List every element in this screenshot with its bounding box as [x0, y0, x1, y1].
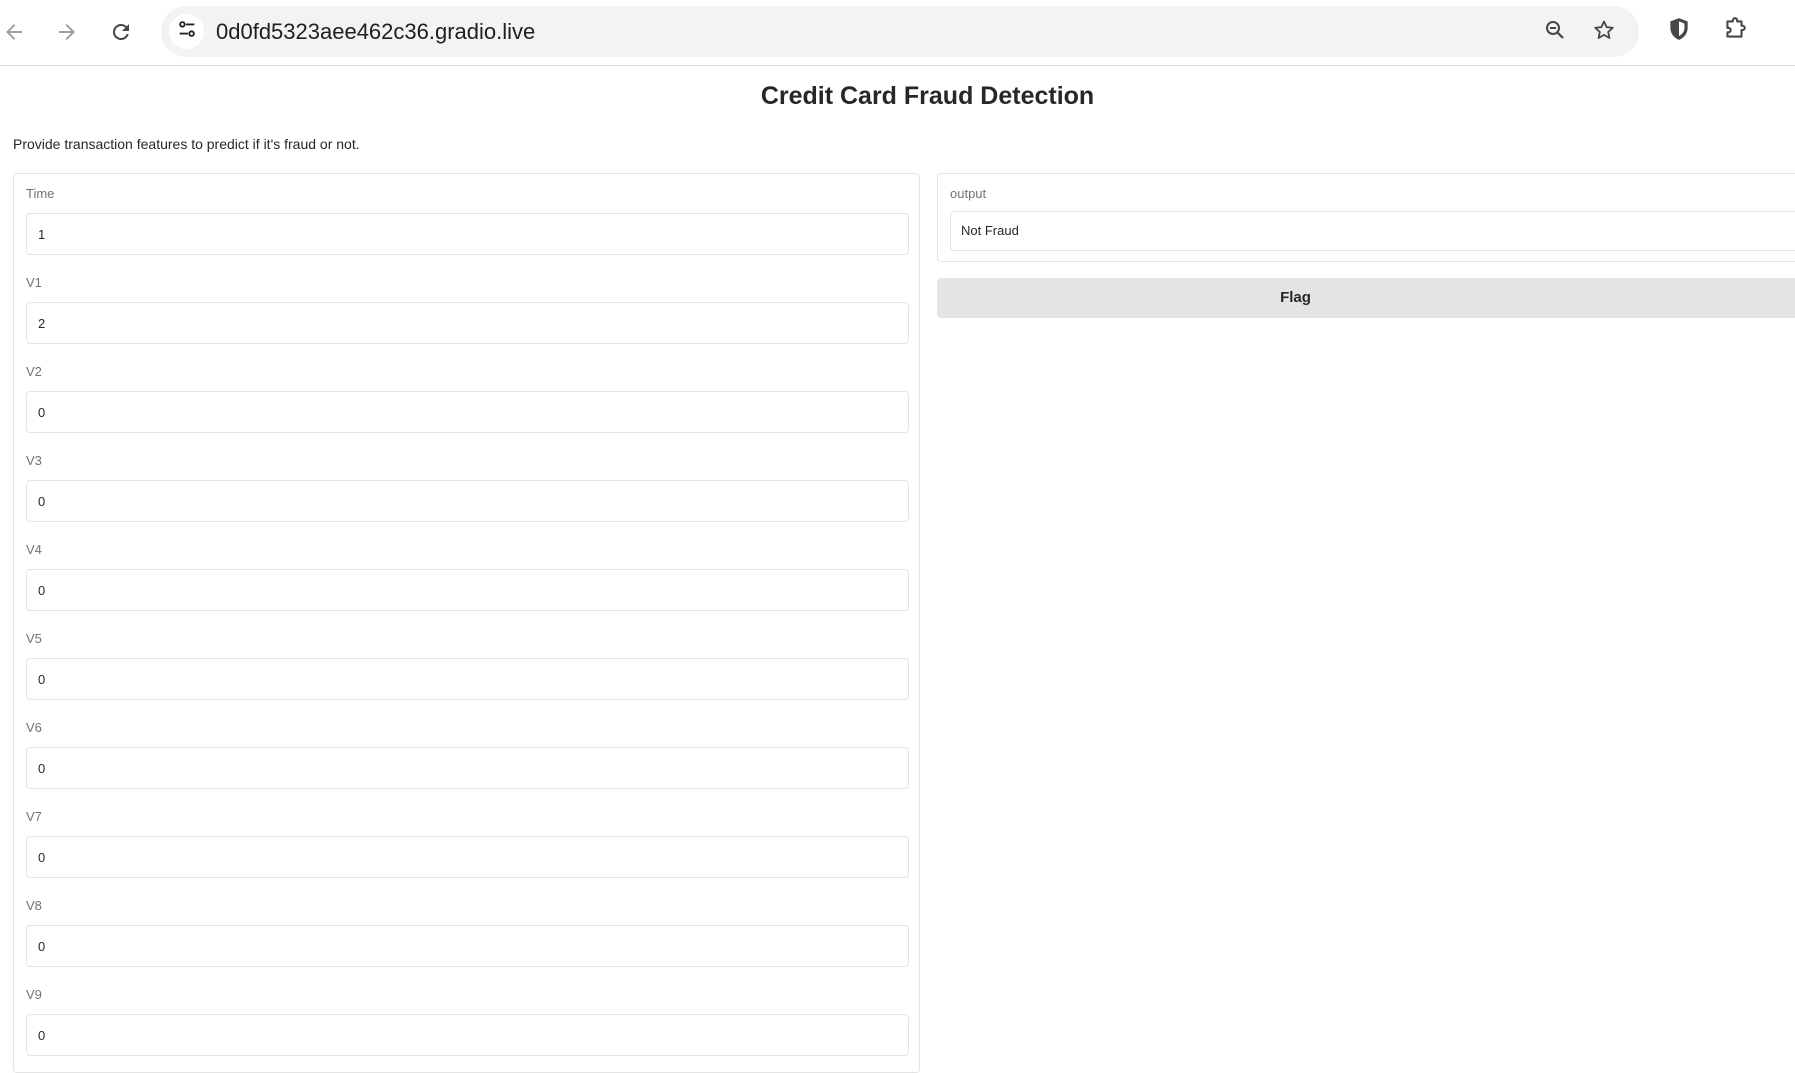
- flag-button[interactable]: Flag: [937, 278, 1795, 318]
- reload-button[interactable]: [102, 13, 140, 51]
- field-v7: V7: [26, 806, 909, 878]
- url-text[interactable]: 0d0fd5323aee462c36.gradio.live: [216, 6, 535, 57]
- field-v8: V8: [26, 895, 909, 967]
- field-v3: V3: [26, 450, 909, 522]
- puzzle-icon: [1722, 16, 1748, 47]
- shield-icon: [1666, 16, 1692, 47]
- v8-input[interactable]: [26, 925, 909, 967]
- extension-shield-button[interactable]: [1662, 14, 1696, 48]
- input-form-panel: Time V1 V2 V3 V4 V5 V6 V7 V8 V9: [13, 173, 920, 1073]
- field-label: V2: [26, 364, 42, 379]
- field-label: V5: [26, 631, 42, 646]
- field-label: V1: [26, 275, 42, 290]
- page-title: Credit Card Fraud Detection: [760, 82, 1095, 110]
- tune-icon: [176, 18, 198, 45]
- field-v2: V2: [26, 361, 909, 433]
- field-label: V7: [26, 809, 42, 824]
- extensions-button[interactable]: [1718, 14, 1752, 48]
- forward-button[interactable]: [48, 13, 86, 51]
- field-v6: V6: [26, 717, 909, 789]
- zoom-button[interactable]: [1539, 16, 1571, 48]
- time-input[interactable]: [26, 213, 909, 255]
- address-bar[interactable]: 0d0fd5323aee462c36.gradio.live: [161, 6, 1639, 57]
- field-label: V9: [26, 987, 42, 1002]
- field-v1: V1: [26, 272, 909, 344]
- v9-input[interactable]: [26, 1014, 909, 1056]
- v6-input[interactable]: [26, 747, 909, 789]
- v2-input[interactable]: [26, 391, 909, 433]
- field-v9: V9: [26, 984, 909, 1056]
- flag-button-label: Flag: [1280, 289, 1311, 306]
- arrow-left-icon: [2, 20, 26, 44]
- output-textbox[interactable]: Not Fraud: [950, 211, 1795, 251]
- output-label: output: [950, 186, 987, 201]
- v1-input[interactable]: [26, 302, 909, 344]
- zoom-out-icon: [1543, 18, 1567, 47]
- page-description: Provide transaction features to predict …: [13, 136, 360, 152]
- field-time: Time: [26, 183, 909, 255]
- v4-input[interactable]: [26, 569, 909, 611]
- field-v4: V4: [26, 539, 909, 611]
- field-label: V4: [26, 542, 42, 557]
- output-panel: output Not Fraud: [937, 173, 1795, 262]
- field-label: Time: [26, 186, 55, 201]
- browser-toolbar: 0d0fd5323aee462c36.gradio.live: [0, 0, 1795, 66]
- v7-input[interactable]: [26, 836, 909, 878]
- arrow-right-icon: [55, 20, 79, 44]
- v3-input[interactable]: [26, 480, 909, 522]
- reload-icon: [109, 20, 133, 44]
- star-icon: [1592, 18, 1616, 47]
- field-label: V6: [26, 720, 42, 735]
- v5-input[interactable]: [26, 658, 909, 700]
- bookmark-button[interactable]: [1588, 16, 1620, 48]
- back-button[interactable]: [0, 13, 33, 51]
- field-v5: V5: [26, 628, 909, 700]
- field-label: V3: [26, 453, 42, 468]
- field-label: V8: [26, 898, 42, 913]
- site-info-button[interactable]: [169, 14, 204, 49]
